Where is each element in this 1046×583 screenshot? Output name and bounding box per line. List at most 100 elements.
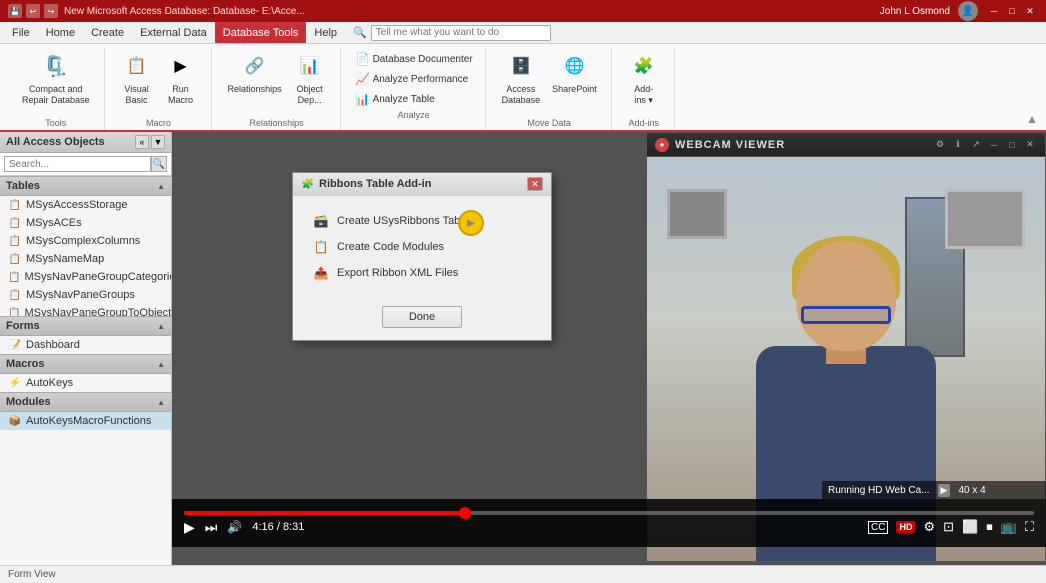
title-bar-right: John L Osmond 👤 ─ □ ✕ bbox=[880, 1, 1038, 21]
webcam-info-icon[interactable]: ℹ bbox=[951, 138, 965, 152]
create-usys-option[interactable]: 🗃️ Create USysRibbons Table bbox=[309, 208, 535, 234]
skip-button[interactable]: ⏭ bbox=[205, 519, 218, 536]
redo-icon[interactable]: ↪ bbox=[44, 4, 58, 18]
compact-repair-button[interactable]: 🗜️ Compact andRepair Database bbox=[18, 48, 94, 108]
status-bar: Form View bbox=[0, 565, 1046, 583]
create-usys-label: Create USysRibbons Table bbox=[337, 215, 469, 227]
stop-button[interactable]: ⏹ bbox=[986, 519, 993, 535]
export-xml-icon: 📤 bbox=[313, 265, 329, 281]
menu-help[interactable]: Help bbox=[306, 22, 345, 43]
fullscreen-button[interactable]: ⛶ bbox=[1025, 519, 1034, 535]
progress-dot bbox=[459, 507, 471, 519]
db-documenter-button[interactable]: 📄 Database Documenter bbox=[353, 50, 475, 68]
create-code-option[interactable]: 📋 Create Code Modules bbox=[309, 234, 535, 260]
analyze-group-label: Analyze bbox=[398, 110, 430, 122]
list-item[interactable]: 📦AutoKeysMacroFunctions bbox=[0, 412, 171, 430]
macro-group-label: Macro bbox=[146, 118, 171, 130]
addins-button[interactable]: 🧩 Add-ins ▾ bbox=[624, 48, 664, 108]
list-item[interactable]: 📋MSysComplexColumns bbox=[0, 232, 171, 250]
menu-external-data[interactable]: External Data bbox=[132, 22, 215, 43]
webcam-external-icon[interactable]: ↗ bbox=[969, 138, 983, 152]
webcam-close-icon[interactable]: ✕ bbox=[1023, 138, 1037, 152]
tell-input[interactable] bbox=[371, 25, 551, 41]
webcam-restore-icon[interactable]: □ bbox=[1005, 138, 1019, 152]
webcam-settings-icon[interactable]: ⚙ bbox=[933, 138, 947, 152]
webcam-play-btn[interactable]: ▶ bbox=[938, 484, 951, 497]
perf-label: Analyze Performance bbox=[373, 74, 469, 85]
tools-content: 🗜️ Compact andRepair Database bbox=[18, 48, 94, 116]
dialog-done-button[interactable]: Done bbox=[382, 306, 462, 328]
create-code-icon: 📋 bbox=[313, 239, 329, 255]
user-avatar[interactable]: 👤 bbox=[958, 1, 978, 21]
nav-search-input[interactable] bbox=[4, 156, 151, 172]
list-item[interactable]: 📝Dashboard bbox=[0, 336, 171, 354]
object-dependencies-button[interactable]: 📊 ObjectDep... bbox=[290, 48, 330, 108]
list-item[interactable]: 📋MSysNavPaneGroupToObjects bbox=[0, 304, 171, 316]
list-item[interactable]: 📋MSysNavPaneGroupCategories bbox=[0, 268, 171, 286]
relationships-button[interactable]: 🔗 Relationships bbox=[224, 48, 286, 97]
access-database-button[interactable]: 🗄️ AccessDatabase bbox=[498, 48, 545, 108]
analyze-performance-button[interactable]: 📈 Analyze Performance bbox=[353, 70, 475, 88]
save-icon[interactable]: 💾 bbox=[8, 4, 22, 18]
ribbon-group-macro: 📋 VisualBasic ▶ RunMacro Macro bbox=[107, 48, 212, 130]
nav-item-label: MSysACEs bbox=[26, 217, 82, 229]
volume-button[interactable]: 🔊 bbox=[227, 520, 242, 534]
macros-section-header[interactable]: Macros ▲ bbox=[0, 354, 171, 374]
forms-section-header[interactable]: Forms ▲ bbox=[0, 316, 171, 336]
access-db-icon: 🗄️ bbox=[505, 50, 537, 82]
cast-button[interactable]: 📺 bbox=[1001, 519, 1017, 535]
sharepoint-label: SharePoint bbox=[552, 84, 597, 95]
list-item[interactable]: ⚡AutoKeys bbox=[0, 374, 171, 392]
modules-section-header[interactable]: Modules ▲ bbox=[0, 392, 171, 412]
list-item[interactable]: 📋MSysAccessStorage bbox=[0, 196, 171, 214]
nav-search-button[interactable]: 🔍 bbox=[151, 156, 167, 172]
list-item[interactable]: 📋 MSysNavPaneGroups bbox=[0, 286, 171, 304]
list-item[interactable]: 📋MSysACEs bbox=[0, 214, 171, 232]
dialog-title-text: Ribbons Table Add-in bbox=[319, 178, 431, 190]
cursor-indicator: ▶ bbox=[458, 210, 484, 236]
play-button[interactable]: ▶ bbox=[184, 519, 195, 536]
list-item[interactable]: 📋MSysNameMap bbox=[0, 250, 171, 268]
tables-section-title: Tables bbox=[6, 180, 40, 192]
table-icon: 📋 bbox=[8, 288, 22, 302]
menu-file[interactable]: File bbox=[4, 22, 38, 43]
export-xml-option[interactable]: 📤 Export Ribbon XML Files bbox=[309, 260, 535, 286]
menu-home[interactable]: Home bbox=[38, 22, 83, 43]
search-icon: 🔍 bbox=[353, 26, 367, 39]
menu-database-tools[interactable]: Database Tools bbox=[215, 22, 307, 43]
analyze-table-button[interactable]: 📊 Analyze Table bbox=[353, 90, 475, 108]
tables-section-header[interactable]: Tables ▲ bbox=[0, 176, 171, 196]
miniplayer-button[interactable]: ⊡ bbox=[943, 519, 954, 535]
theater-button[interactable]: ⬜ bbox=[962, 519, 978, 535]
progress-bar[interactable] bbox=[184, 511, 1034, 515]
visual-basic-button[interactable]: 📋 VisualBasic bbox=[117, 48, 157, 108]
dialog-close-button[interactable]: ✕ bbox=[527, 177, 543, 191]
webcam-controls: ⚙ ℹ ↗ ─ □ ✕ bbox=[933, 138, 1037, 152]
addins-group-label: Add-ins bbox=[628, 118, 659, 130]
run-macro-button[interactable]: ▶ RunMacro bbox=[161, 48, 201, 108]
settings-button[interactable]: ⚙ bbox=[923, 519, 935, 535]
forms-section-arrow: ▲ bbox=[157, 322, 165, 331]
minimize-button[interactable]: ─ bbox=[986, 4, 1002, 18]
webcam-minus-icon[interactable]: ─ bbox=[987, 138, 1001, 152]
nav-header-icons: « ▼ bbox=[135, 135, 165, 149]
menu-create[interactable]: Create bbox=[83, 22, 132, 43]
username: John L Osmond bbox=[880, 6, 950, 17]
sharepoint-button[interactable]: 🌐 SharePoint bbox=[548, 48, 601, 97]
undo-icon[interactable]: ↩ bbox=[26, 4, 40, 18]
close-button[interactable]: ✕ bbox=[1022, 4, 1038, 18]
title-bar: 💾 ↩ ↪ New Microsoft Access Database: Dat… bbox=[0, 0, 1046, 22]
nav-item-label: MSysNavPaneGroups bbox=[26, 289, 135, 301]
nav-title: All Access Objects bbox=[6, 136, 105, 148]
access-db-label: AccessDatabase bbox=[502, 84, 541, 106]
ribbon: 🗜️ Compact andRepair Database Tools 📋 Vi… bbox=[0, 44, 1046, 132]
content-area: 🧩 Ribbons Table Add-in ✕ 🗃️ Create USysR… bbox=[172, 132, 1046, 565]
ribbon-expand-button[interactable]: ▲ bbox=[1026, 112, 1038, 130]
tell-bar: 🔍 bbox=[353, 25, 1042, 41]
maximize-button[interactable]: □ bbox=[1004, 4, 1020, 18]
nav-menu-icon[interactable]: ▼ bbox=[151, 135, 165, 149]
analyze-table-icon: 📊 bbox=[355, 91, 371, 107]
nav-chevron-up-icon[interactable]: « bbox=[135, 135, 149, 149]
running-text: Running HD Web Ca... bbox=[828, 485, 930, 496]
cc-badge[interactable]: CC bbox=[868, 521, 888, 534]
